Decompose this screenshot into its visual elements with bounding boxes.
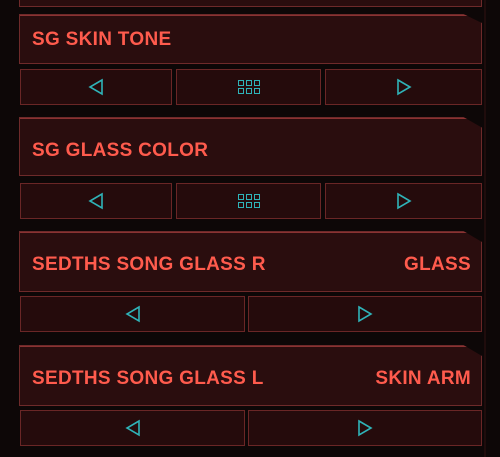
prev-button[interactable] <box>20 410 245 446</box>
option-header-glass-r[interactable]: SEDTHS SONG GLASS R GLASS <box>19 231 482 292</box>
option-value: SKIN ARM <box>375 368 471 389</box>
prev-button[interactable] <box>20 296 245 332</box>
option-header-glass-l[interactable]: SEDTHS SONG GLASS L SKIN ARM <box>19 345 482 406</box>
option-label: SEDTHS SONG GLASS R <box>32 254 266 275</box>
triangle-left-icon <box>124 305 140 323</box>
grid-icon <box>237 194 260 208</box>
option-value: GLASS <box>404 254 471 275</box>
prev-button[interactable] <box>20 183 172 219</box>
next-button[interactable] <box>325 183 482 219</box>
triangle-left-icon <box>88 78 103 96</box>
top-strip <box>19 0 482 7</box>
option-header-skin-tone[interactable]: SG SKIN TONE <box>19 14 482 64</box>
triangle-left-icon <box>124 419 140 437</box>
grid-view-button[interactable] <box>176 69 321 105</box>
option-label: SG GLASS COLOR <box>32 140 209 161</box>
triangle-right-icon <box>358 305 373 323</box>
option-label: SEDTHS SONG GLASS L <box>32 368 264 389</box>
prev-button[interactable] <box>20 69 172 105</box>
triangle-right-icon <box>396 78 412 96</box>
next-button[interactable] <box>325 69 482 105</box>
option-label: SG SKIN TONE <box>32 29 172 50</box>
grid-icon <box>237 80 260 94</box>
triangle-right-icon <box>358 419 373 437</box>
scroll-track[interactable] <box>484 0 486 457</box>
grid-view-button[interactable] <box>176 183 321 219</box>
next-button[interactable] <box>248 410 482 446</box>
triangle-left-icon <box>88 192 103 210</box>
next-button[interactable] <box>248 296 482 332</box>
option-header-glass-color[interactable]: SG GLASS COLOR <box>19 117 482 176</box>
triangle-right-icon <box>396 192 412 210</box>
